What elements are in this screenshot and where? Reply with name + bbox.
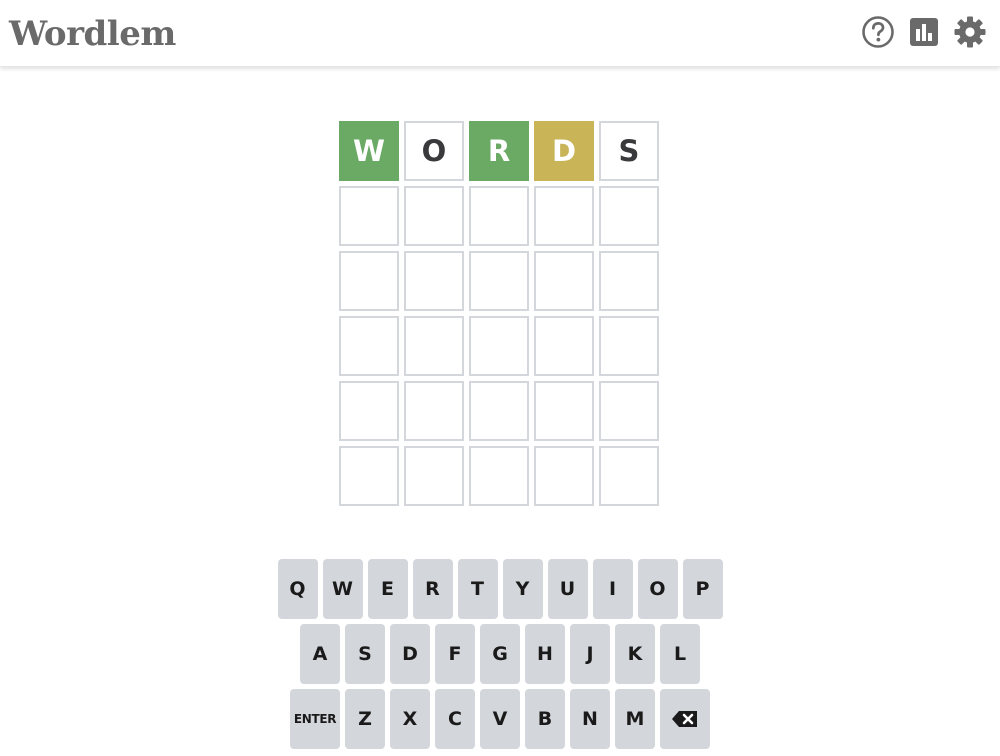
app-header: Wordlem [0,0,1000,67]
key-e[interactable]: E [367,559,408,619]
key-m[interactable]: M [615,689,655,749]
key-u[interactable]: U [547,559,588,619]
key-j[interactable]: J [570,624,610,684]
key-o[interactable]: O [637,559,678,619]
keyboard-row: ASDFGHJKL [0,624,1000,684]
game-board: WORDS [339,121,659,506]
board-tile [599,316,659,376]
key-y[interactable]: Y [502,559,543,619]
board-tile [534,446,594,506]
backspace-key[interactable] [660,689,710,749]
board-tile: S [599,121,659,181]
board-tile: D [534,121,594,181]
key-x[interactable]: X [390,689,430,749]
key-c[interactable]: C [435,689,475,749]
app-title: Wordlem [9,14,176,54]
board-tile [469,316,529,376]
key-p[interactable]: P [682,559,723,619]
key-q[interactable]: Q [277,559,318,619]
key-w[interactable]: W [322,559,363,619]
board-tile [404,381,464,441]
board-tile: W [339,121,399,181]
key-n[interactable]: N [570,689,610,749]
board-tile [404,251,464,311]
board-tile [534,381,594,441]
board-tile: O [404,121,464,181]
board-tile [404,446,464,506]
board-tile [339,446,399,506]
settings-icon[interactable] [953,15,987,49]
enter-key[interactable]: ENTER [290,689,340,749]
help-icon[interactable] [861,15,895,49]
key-r[interactable]: R [412,559,453,619]
board-tile [339,251,399,311]
board-tile [404,316,464,376]
key-d[interactable]: D [390,624,430,684]
board-tile [534,251,594,311]
keyboard-row: QWERTYUIOP [0,559,1000,619]
key-z[interactable]: Z [345,689,385,749]
key-g[interactable]: G [480,624,520,684]
key-h[interactable]: H [525,624,565,684]
board-tile [339,316,399,376]
key-k[interactable]: K [615,624,655,684]
board-tile [404,186,464,246]
board-tile [469,446,529,506]
board-tile [534,316,594,376]
keyboard-row: ENTER Z X C V B N M [0,689,1000,749]
key-a[interactable]: A [300,624,340,684]
board-tile [469,251,529,311]
backspace-icon [671,709,699,729]
board-tile [339,381,399,441]
board-tile [599,251,659,311]
key-v[interactable]: V [480,689,520,749]
key-i[interactable]: I [592,559,633,619]
key-l[interactable]: L [660,624,700,684]
key-b[interactable]: B [525,689,565,749]
board-tile [469,381,529,441]
on-screen-keyboard: Q W E R T Y U I O P A S D F G H J K L ENTER Z X C V B N M [0,559,1000,754]
board-tile: R [469,121,529,181]
board-tile [339,186,399,246]
board-tile [469,186,529,246]
board-tile [599,381,659,441]
key-f[interactable]: F [435,624,475,684]
board-tile [599,186,659,246]
board-tile [599,446,659,506]
key-t[interactable]: T [457,559,498,619]
stats-icon[interactable] [907,15,941,49]
key-s[interactable]: S [345,624,385,684]
board-tile [534,186,594,246]
